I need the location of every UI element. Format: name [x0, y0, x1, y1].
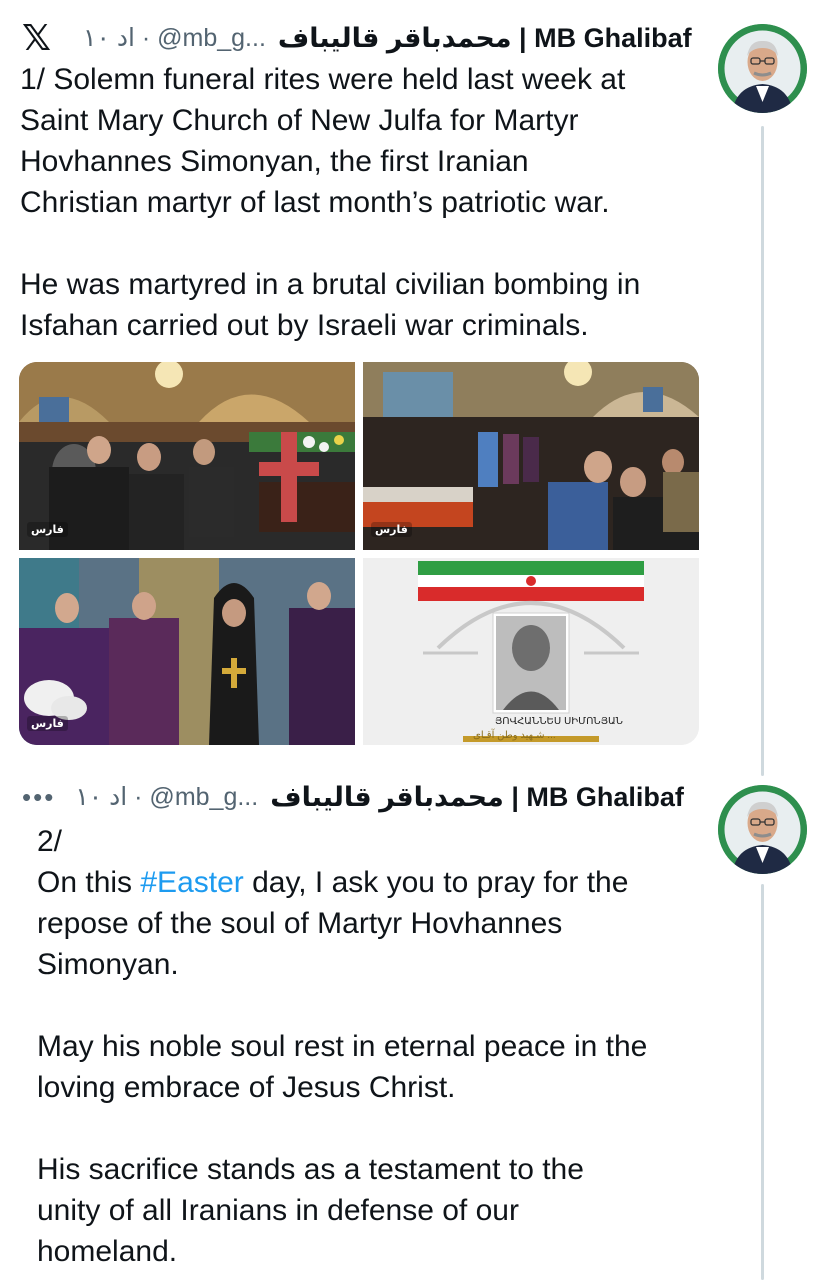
watermark: فارس	[371, 522, 412, 537]
x-logo-icon: 𝕏	[22, 17, 52, 58]
footer-text: شـهید وطن آقـای ...	[473, 730, 556, 741]
tweet-text: 2/ On this #Easter day, I ask you to pra…	[37, 821, 647, 1272]
gallery-image-4[interactable]: ՅՈՎՀԱՆՆԵՍ ՍԻՄՈՆՅԱՆ شـهید وطن آقـای ...	[363, 558, 699, 745]
gallery-image-3[interactable]: فارس	[19, 558, 355, 745]
thread-connector-2	[761, 884, 764, 1280]
author-name[interactable]: محمدباقر قالیباف | MB Ghalibaf	[270, 782, 684, 813]
tweet-header: ••• ۱۰ اد · @mb_g... محمدباقر قالیباف | …	[22, 779, 684, 815]
more-icon[interactable]: •••	[22, 782, 55, 813]
portrait-caption: ՅՈՎՀԱՆՆԵՍ ՍԻՄՈՆՅԱՆ	[495, 716, 623, 727]
image-gallery[interactable]: فارس فارس فارس ՅՈՎՀԱՆՆԵՍ ՍԻՄՈՆՅԱՆ شـهید …	[19, 362, 699, 745]
author-name[interactable]: محمدباقر قالیباف | MB Ghalibaf	[278, 23, 692, 54]
hashtag-link[interactable]: #Easter	[140, 866, 243, 899]
tweet-meta[interactable]: ۱۰ اد · @mb_g...	[75, 782, 258, 812]
avatar[interactable]	[718, 785, 807, 874]
watermark: فارس	[27, 716, 68, 731]
tweet-text-body: day, I ask you to pray for the repose of…	[37, 866, 648, 1268]
tweet-text: 1/ Solemn funeral rites were held last w…	[20, 63, 641, 342]
avatar[interactable]	[718, 24, 807, 113]
gallery-image-2[interactable]: فارس	[363, 362, 699, 550]
tweet-meta[interactable]: ۱۰ اد · @mb_g...	[83, 23, 266, 53]
tweet-text-prefix: 2/ On this	[37, 825, 133, 899]
tweet-header: 𝕏 ۱۰ اد · @mb_g... محمدباقر قالیباف | MB…	[22, 20, 692, 56]
thread-connector-1	[761, 126, 764, 776]
gallery-image-1[interactable]: فارس	[19, 362, 355, 550]
watermark: فارس	[27, 522, 68, 537]
